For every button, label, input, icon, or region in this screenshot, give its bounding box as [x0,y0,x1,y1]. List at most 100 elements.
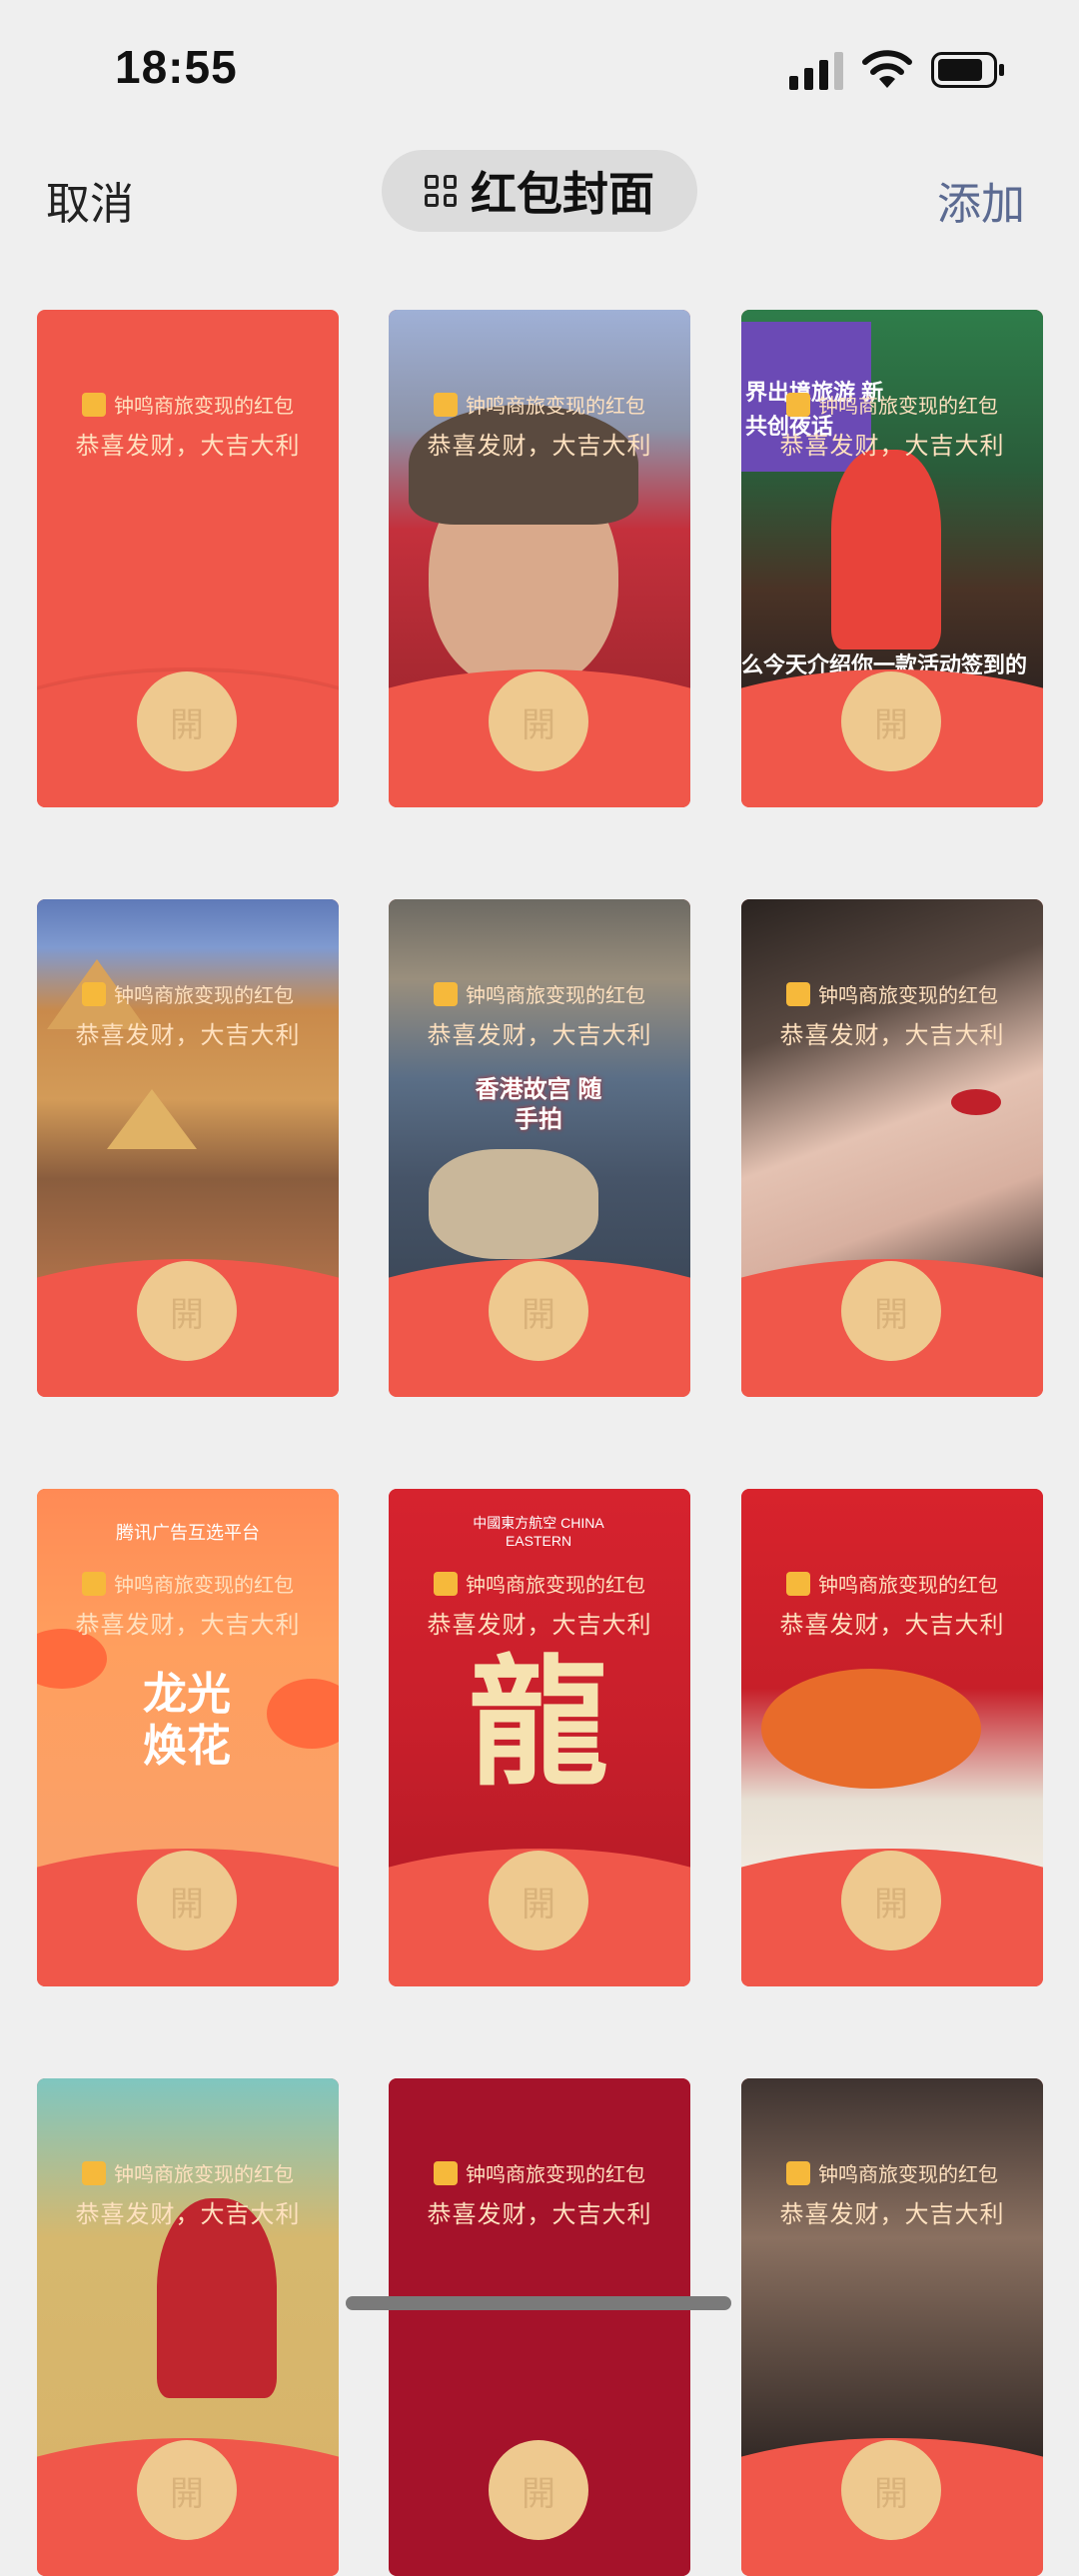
card-blessing: 恭喜发财，大吉大利 [779,1022,1005,1049]
card-blessing: 恭喜发财，大吉大利 [75,433,301,460]
cover-card[interactable]: 钟鸣商旅变现的红包 恭喜发财，大吉大利 開 [37,2078,339,2576]
pyramid-shape [107,1089,197,1149]
cover-card[interactable]: 钟鸣商旅变现的红包 恭喜发财，大吉大利 開 [741,2078,1043,2576]
cover-card[interactable]: 钟鸣商旅变现的红包 恭喜发财，大吉大利 開 [389,2078,690,2576]
title-pill[interactable]: 红包封面 [382,150,697,232]
avatar-icon [786,392,810,417]
card-blessing: 恭喜发财，大吉大利 [779,2201,1005,2228]
open-button[interactable]: 開 [489,2440,588,2540]
card-image [389,310,690,709]
avatar-icon [786,1571,810,1596]
status-time: 18:55 [115,41,238,93]
cover-card[interactable]: 香港故宫 随手拍 钟鸣商旅变现的红包 恭喜发财，大吉大利 開 [389,899,690,1397]
card-image: 中國東方航空 CHINA EASTERN 龍 [389,1489,690,1889]
cloud-shape [267,1679,339,1749]
card-brand: 钟鸣商旅变现的红包 [741,979,1043,1008]
wifi-icon [862,50,912,88]
card-blessing: 恭喜发财，大吉大利 [75,1612,301,1639]
top-label: 腾讯广告互选平台 [116,1523,260,1543]
brand-label: 钟鸣商旅变现的红包 [818,1575,998,1597]
card-blessing: 恭喜发财，大吉大利 [779,433,1005,460]
card-brand: 钟鸣商旅变现的红包 [389,1569,690,1598]
card-image [37,899,339,1299]
card-image: 香港故宫 随手拍 [389,899,690,1299]
cover-card[interactable]: 中國東方航空 CHINA EASTERN 龍 钟鸣商旅变现的红包 恭喜发财，大吉… [389,1489,690,1986]
card-blessing: 恭喜发财，大吉大利 [427,2201,652,2228]
brand-label: 钟鸣商旅变现的红包 [466,396,645,418]
avatar-icon [82,981,106,1006]
card-image [741,1489,1043,1889]
brand-label: 钟鸣商旅变现的红包 [818,396,998,418]
open-button[interactable]: 開 [841,2440,941,2540]
avatar-icon [434,2160,458,2185]
cover-card[interactable]: 钟鸣商旅变现的红包 恭喜发财，大吉大利 開 [389,310,690,807]
brand-label: 钟鸣商旅变现的红包 [818,2164,998,2186]
open-button[interactable]: 開 [137,1261,237,1361]
nav-bar: 取消 红包封面 添加 [0,140,1079,250]
avatar-icon [786,2160,810,2185]
avatar-icon [434,1571,458,1596]
cover-card[interactable]: 钟鸣商旅变现的红包 恭喜发财，大吉大利 開 [37,899,339,1397]
card-brand: 钟鸣商旅变现的红包 [37,2158,339,2187]
cover-card[interactable]: 界出境旅游 新共创夜话 么今天介绍你一款活动签到的 钟鸣商旅变现的红包 恭喜发财… [741,310,1043,807]
cover-card[interactable]: 钟鸣商旅变现的红包 恭喜发财，大吉大利 開 [37,310,339,807]
top-label: 中國東方航空 CHINA EASTERN [473,1515,604,1549]
add-button[interactable]: 添加 [937,168,1025,232]
card-blessing: 恭喜发财，大吉大利 [427,433,652,460]
card-image: 界出境旅游 新共创夜话 么今天介绍你一款活动签到的 [741,310,1043,709]
open-button[interactable]: 開 [489,671,588,771]
card-brand: 钟鸣商旅变现的红包 [389,2158,690,2187]
cover-card[interactable]: 钟鸣商旅变现的红包 恭喜发财，大吉大利 開 [741,1489,1043,1986]
card-brand: 钟鸣商旅变现的红包 [741,390,1043,419]
overlay-text: 龙光 焕花 [143,1670,231,1771]
open-button[interactable]: 開 [137,1851,237,1950]
card-image [741,899,1043,1299]
card-blessing: 恭喜发财，大吉大利 [75,2201,301,2228]
avatar-icon [434,392,458,417]
sculpture-shape [429,1149,598,1259]
card-brand: 钟鸣商旅变现的红包 [741,1569,1043,1598]
avatar-icon [82,392,106,417]
open-button[interactable]: 開 [841,1851,941,1950]
cover-card[interactable]: 钟鸣商旅变现的红包 恭喜发财，大吉大利 開 [741,899,1043,1397]
card-image [741,2078,1043,2478]
card-image: 腾讯广告互选平台 龙光 焕花 [37,1489,339,1889]
card-image [389,2078,690,2478]
grid-icon [425,175,457,207]
lips-shape [951,1089,1001,1115]
card-blessing: 恭喜发财，大吉大利 [427,1022,652,1049]
brand-label: 钟鸣商旅变现的红包 [114,2164,294,2186]
overlay-text: 香港故宫 随手拍 [475,1076,602,1133]
open-button[interactable]: 開 [137,2440,237,2540]
avatar-icon [82,2160,106,2185]
avatar-icon [82,1571,106,1596]
signal-icon [789,52,843,90]
open-button[interactable]: 開 [137,671,237,771]
card-blessing: 恭喜发财，大吉大利 [75,1022,301,1049]
card-image [37,2078,339,2478]
card-brand: 钟鸣商旅变现的红包 [37,1569,339,1598]
open-button[interactable]: 開 [489,1261,588,1361]
card-brand: 钟鸣商旅变现的红包 [37,390,339,419]
open-button[interactable]: 開 [841,1261,941,1361]
card-brand: 钟鸣商旅变现的红包 [741,2158,1043,2187]
brand-label: 钟鸣商旅变现的红包 [114,985,294,1007]
home-indicator[interactable] [346,2296,731,2310]
open-button[interactable]: 開 [841,671,941,771]
card-brand: 钟鸣商旅变现的红包 [37,979,339,1008]
page-title: 红包封面 [471,168,654,220]
cancel-button[interactable]: 取消 [46,168,134,232]
battery-icon [931,52,1004,88]
card-brand: 钟鸣商旅变现的红包 [389,979,690,1008]
avatar-icon [786,981,810,1006]
dragon-shape [761,1669,981,1789]
status-bar: 18:55 [0,0,1079,140]
cover-card[interactable]: 腾讯广告互选平台 龙光 焕花 钟鸣商旅变现的红包 恭喜发财，大吉大利 開 [37,1489,339,1986]
brand-label: 钟鸣商旅变现的红包 [114,1575,294,1597]
open-button[interactable]: 開 [489,1851,588,1950]
avatar-icon [434,981,458,1006]
brand-label: 钟鸣商旅变现的红包 [466,2164,645,2186]
person-shape [831,450,941,649]
brand-label: 钟鸣商旅变现的红包 [114,396,294,418]
card-blessing: 恭喜发财，大吉大利 [427,1612,652,1639]
